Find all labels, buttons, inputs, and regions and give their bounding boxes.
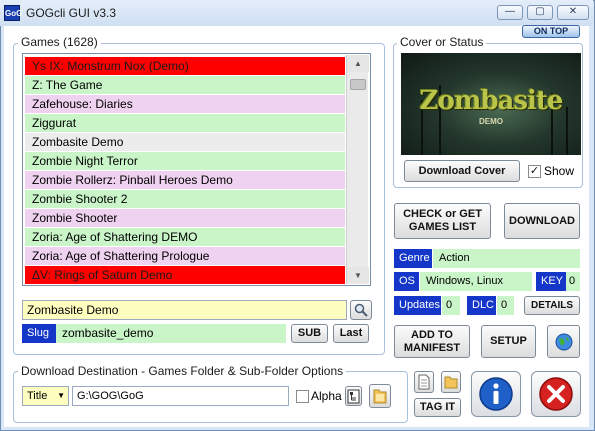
document-icon	[418, 374, 430, 390]
folder-tree-icon	[347, 389, 360, 403]
slug-label: Slug	[22, 324, 56, 343]
maximize-button[interactable]: ▢	[527, 5, 553, 20]
genre-value: Action	[433, 249, 580, 268]
search-button[interactable]	[350, 300, 372, 320]
cover-group-label: Cover or Status	[397, 35, 487, 49]
subfolder-select-value: Title	[27, 390, 48, 402]
game-list-item[interactable]: Ys IX: Monstrum Nox (Demo)	[25, 57, 345, 75]
os-label: OS	[394, 272, 419, 291]
slug-field[interactable]: zombasite_demo	[56, 324, 286, 343]
updates-label: Updates	[394, 296, 441, 315]
download-cover-button[interactable]: Download Cover	[404, 160, 520, 182]
show-cover-checkbox[interactable]: ✓	[528, 165, 541, 178]
game-list-item[interactable]: Zafehouse: Diaries	[25, 95, 345, 113]
on-top-button[interactable]: ON TOP	[522, 25, 580, 38]
download-button[interactable]: DOWNLOAD	[504, 203, 580, 239]
games-list[interactable]: Ys IX: Monstrum Nox (Demo) Z: The Game Zaf…	[22, 53, 371, 286]
game-cover-image: Zombasite DEMO	[401, 53, 581, 155]
close-window-button[interactable]: ✕	[557, 5, 589, 20]
show-cover-label: Show	[544, 164, 575, 178]
sub-button[interactable]: SUB	[291, 324, 328, 343]
tag-it-button[interactable]: TAG IT	[414, 398, 461, 417]
game-list-item[interactable]: Zoria: Age of Shattering DEMO	[25, 228, 345, 246]
destination-path-field[interactable]: G:\GOG\GoG	[72, 386, 289, 406]
alpha-label: Alpha	[311, 389, 342, 403]
subfolder-select[interactable]: Title ▼	[22, 386, 69, 406]
game-list-item[interactable]: Zombie Shooter 2	[25, 190, 345, 208]
games-count-label: Games (1628)	[18, 35, 101, 49]
folder-icon	[373, 389, 387, 404]
game-list-item[interactable]: ΔV: Rings of Saturn Demo	[25, 266, 345, 284]
game-list-item[interactable]: Zombasite Demo	[25, 133, 345, 151]
genre-label: Genre	[394, 249, 432, 268]
scroll-up-icon[interactable]: ▲	[347, 55, 369, 72]
setup-button[interactable]: SETUP	[481, 325, 536, 358]
scroll-down-icon[interactable]: ▼	[347, 267, 369, 284]
cover-demo-text: DEMO	[479, 117, 503, 126]
game-list-item[interactable]: Zoria: Age of Shattering Prologue	[25, 247, 345, 265]
game-list-item[interactable]: Zombie Night Terror	[25, 152, 345, 170]
alpha-checkbox[interactable]	[296, 390, 309, 403]
info-button[interactable]	[471, 371, 521, 417]
notes-button[interactable]	[414, 371, 434, 393]
exit-button[interactable]	[531, 371, 581, 417]
last-button[interactable]: Last	[333, 324, 369, 343]
scroll-thumb[interactable]	[350, 79, 366, 90]
game-list-item[interactable]: Z: The Game	[25, 76, 345, 94]
game-title-field[interactable]: Zombasite Demo	[22, 300, 347, 320]
folder-icon	[444, 376, 458, 389]
os-value: Windows, Linux	[420, 272, 532, 291]
dropdown-arrow-icon: ▼	[57, 391, 65, 400]
title-bar[interactable]: GoG GOGcli GUI v3.3 — ▢ ✕	[0, 0, 593, 26]
games-list-scrollbar[interactable]: ▲ ▼	[346, 55, 369, 284]
dlc-value: 0	[497, 296, 514, 315]
game-list-item[interactable]: Zombie Rollerz: Pinball Heroes Demo	[25, 171, 345, 189]
details-button[interactable]: DETAILS	[524, 296, 580, 315]
add-to-manifest-button[interactable]: ADD TO MANIFEST	[394, 325, 470, 358]
folder-tree-button[interactable]	[345, 386, 362, 406]
browse-folder-button[interactable]	[369, 384, 391, 408]
globe-icon	[555, 333, 572, 350]
website-button[interactable]	[547, 325, 580, 358]
minimize-button[interactable]: —	[497, 5, 523, 20]
key-label: KEY	[536, 272, 566, 291]
check-get-games-button[interactable]: CHECK or GET GAMES LIST	[394, 203, 491, 239]
game-list-item[interactable]: Ziggurat	[25, 114, 345, 132]
updates-value: 0	[442, 296, 460, 315]
open-folder-button[interactable]	[441, 371, 461, 393]
destination-group-label: Download Destination - Games Folder & Su…	[18, 364, 347, 378]
dlc-label: DLC	[467, 296, 496, 315]
magnifier-icon	[354, 303, 368, 317]
key-value: 0	[566, 272, 580, 291]
exit-icon	[539, 377, 573, 411]
cover-logo-text: Zombasite	[419, 86, 564, 116]
app-logo-icon: GoG	[4, 5, 22, 21]
info-icon	[479, 377, 513, 411]
window-title: GOGcli GUI v3.3	[26, 6, 117, 20]
game-list-item[interactable]: Zombie Shooter	[25, 209, 345, 227]
